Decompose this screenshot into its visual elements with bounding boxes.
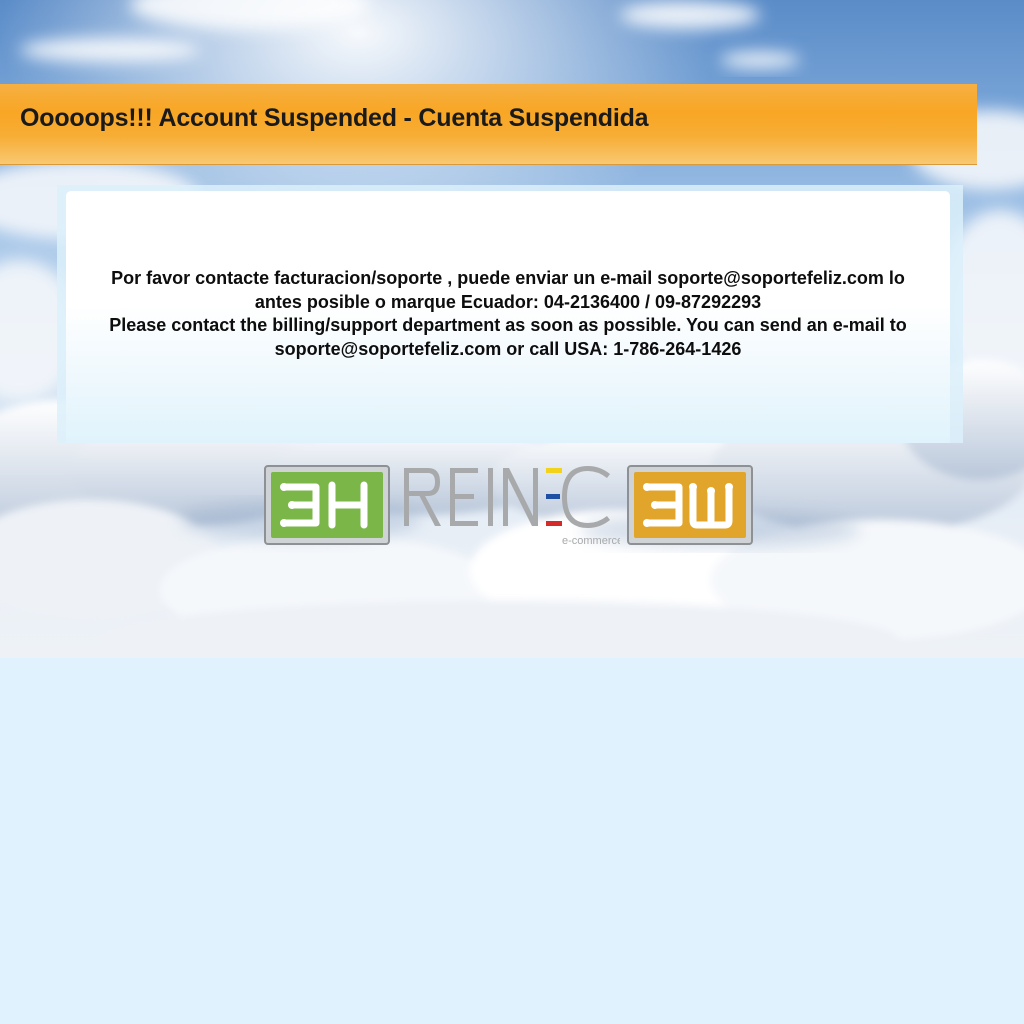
message-line-english: Please contact the billing/support depar… bbox=[109, 315, 907, 359]
3h-logo-icon bbox=[264, 465, 390, 545]
page: Ooooops!!! Account Suspended - Cuenta Su… bbox=[0, 0, 1024, 1024]
3w-logo-icon bbox=[627, 465, 753, 545]
reinec-logo: e-commerce bbox=[404, 466, 620, 547]
message-box: Por favor contacte facturacion/soporte ,… bbox=[66, 191, 950, 443]
message-text: Por favor contacte facturacion/soporte ,… bbox=[86, 267, 930, 361]
message-line-spanish: Por favor contacte facturacion/soporte ,… bbox=[111, 268, 905, 312]
page-title: Ooooops!!! Account Suspended - Cuenta Su… bbox=[20, 104, 649, 132]
header-banner: Ooooops!!! Account Suspended - Cuenta Su… bbox=[0, 84, 977, 165]
message-panel: Por favor contacte facturacion/soporte ,… bbox=[57, 185, 963, 443]
page-lower-background bbox=[0, 658, 1024, 1024]
reinec-tagline: e-commerce bbox=[562, 535, 620, 547]
